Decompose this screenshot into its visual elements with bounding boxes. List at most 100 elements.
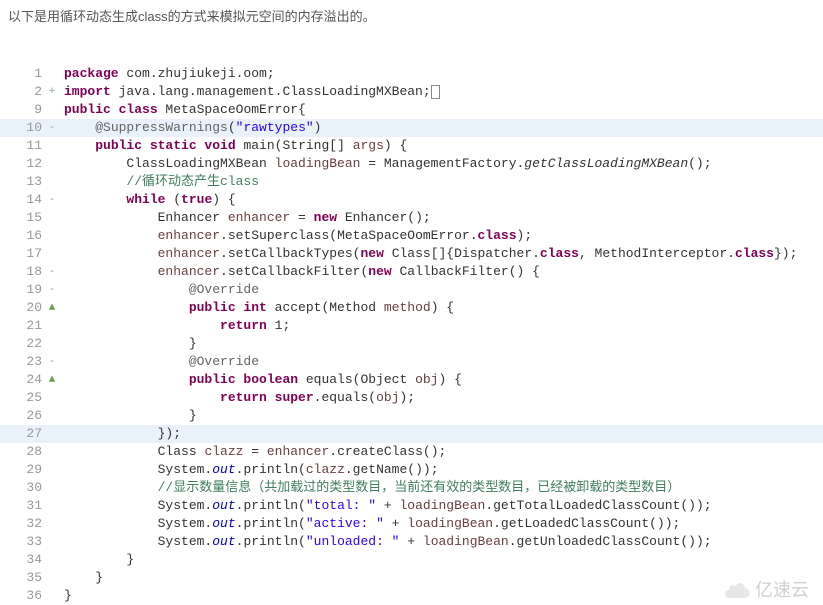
line-number: 9 bbox=[0, 101, 44, 119]
code-content: } bbox=[60, 407, 197, 425]
line-number: 26 bbox=[0, 407, 44, 425]
code-content: System.out.println("unloaded: " + loadin… bbox=[60, 533, 712, 551]
code-line: 9 public class MetaSpaceOomError{ bbox=[0, 101, 823, 119]
code-content: public class MetaSpaceOomError{ bbox=[60, 101, 306, 119]
line-number: 25 bbox=[0, 389, 44, 407]
line-number: 14 bbox=[0, 191, 44, 209]
line-number: 21 bbox=[0, 317, 44, 335]
code-content: enhancer.setCallbackTypes(new Class[]{Di… bbox=[60, 245, 797, 263]
line-number: 1 bbox=[0, 65, 44, 83]
line-number: 16 bbox=[0, 227, 44, 245]
code-line: 13 //循环动态产生class bbox=[0, 173, 823, 191]
collapse-icon[interactable]: - bbox=[44, 119, 60, 137]
code-line: 35 } bbox=[0, 569, 823, 587]
code-content: return super.equals(obj); bbox=[60, 389, 415, 407]
line-number: 24 bbox=[0, 371, 44, 389]
line-number: 35 bbox=[0, 569, 44, 587]
line-number: 29 bbox=[0, 461, 44, 479]
code-line: 19- @Override bbox=[0, 281, 823, 299]
code-content: }); bbox=[60, 425, 181, 443]
code-line: 25 return super.equals(obj); bbox=[0, 389, 823, 407]
code-content: } bbox=[60, 569, 103, 587]
line-number: 22 bbox=[0, 335, 44, 353]
line-number: 11 bbox=[0, 137, 44, 155]
code-content: System.out.println(clazz.getName()); bbox=[60, 461, 439, 479]
override-icon: ▲ bbox=[44, 299, 60, 317]
code-line: 14- while (true) { bbox=[0, 191, 823, 209]
code-content: package com.zhujiukeji.oom; bbox=[60, 65, 275, 83]
code-content: public boolean equals(Object obj) { bbox=[60, 371, 462, 389]
code-line: 28 Class clazz = enhancer.createClass(); bbox=[0, 443, 823, 461]
code-content: } bbox=[60, 587, 72, 605]
code-content: } bbox=[60, 551, 134, 569]
code-content: public static void main(String[] args) { bbox=[60, 137, 407, 155]
line-number: 27 bbox=[0, 425, 44, 443]
code-line: 17 enhancer.setCallbackTypes(new Class[]… bbox=[0, 245, 823, 263]
code-line: 31 System.out.println("total: " + loadin… bbox=[0, 497, 823, 515]
code-line: 34 } bbox=[0, 551, 823, 569]
line-number: 32 bbox=[0, 515, 44, 533]
code-line: 21 return 1; bbox=[0, 317, 823, 335]
code-line: 16 enhancer.setSuperclass(MetaSpaceOomEr… bbox=[0, 227, 823, 245]
line-number: 18 bbox=[0, 263, 44, 281]
code-line: 27 }); bbox=[0, 425, 823, 443]
code-content: return 1; bbox=[60, 317, 290, 335]
code-content: enhancer.setSuperclass(MetaSpaceOomError… bbox=[60, 227, 532, 245]
code-content: ClassLoadingMXBean loadingBean = Managem… bbox=[60, 155, 712, 173]
code-line: 22 } bbox=[0, 335, 823, 353]
line-number: 12 bbox=[0, 155, 44, 173]
code-content: enhancer.setCallbackFilter(new CallbackF… bbox=[60, 263, 540, 281]
code-content: @SuppressWarnings("rawtypes") bbox=[60, 119, 321, 137]
code-line: 24▲ public boolean equals(Object obj) { bbox=[0, 371, 823, 389]
line-number: 31 bbox=[0, 497, 44, 515]
code-line: 12 ClassLoadingMXBean loadingBean = Mana… bbox=[0, 155, 823, 173]
line-number: 30 bbox=[0, 479, 44, 497]
code-content: //显示数量信息（共加载过的类型数目，当前还有效的类型数目，已经被卸载的类型数目… bbox=[60, 479, 680, 497]
collapsed-import-icon[interactable] bbox=[431, 85, 440, 99]
override-icon: ▲ bbox=[44, 371, 60, 389]
collapse-icon[interactable]: - bbox=[44, 353, 60, 371]
code-content: while (true) { bbox=[60, 191, 236, 209]
line-number: 15 bbox=[0, 209, 44, 227]
code-line: 36} bbox=[0, 587, 823, 605]
code-content: public int accept(Method method) { bbox=[60, 299, 454, 317]
code-line: 15 Enhancer enhancer = new Enhancer(); bbox=[0, 209, 823, 227]
code-line: 32 System.out.println("active: " + loadi… bbox=[0, 515, 823, 533]
line-number: 33 bbox=[0, 533, 44, 551]
code-line: 23- @Override bbox=[0, 353, 823, 371]
line-number: 23 bbox=[0, 353, 44, 371]
code-content: @Override bbox=[60, 281, 259, 299]
code-line: 30 //显示数量信息（共加载过的类型数目，当前还有效的类型数目，已经被卸载的类… bbox=[0, 479, 823, 497]
code-content: //循环动态产生class bbox=[60, 173, 259, 191]
intro-text: 以下是用循环动态生成class的方式来模拟元空间的内存溢出的。 bbox=[0, 0, 823, 29]
line-number: 20 bbox=[0, 299, 44, 317]
expand-icon[interactable]: + bbox=[44, 83, 60, 101]
code-line: 1 package com.zhujiukeji.oom; bbox=[0, 65, 823, 83]
code-line: 10- @SuppressWarnings("rawtypes") bbox=[0, 119, 823, 137]
line-number: 2 bbox=[0, 83, 44, 101]
code-line: 2+import java.lang.management.ClassLoadi… bbox=[0, 83, 823, 101]
line-number: 17 bbox=[0, 245, 44, 263]
line-number: 13 bbox=[0, 173, 44, 191]
code-content: Class clazz = enhancer.createClass(); bbox=[60, 443, 446, 461]
line-number: 36 bbox=[0, 587, 44, 605]
code-content: System.out.println("active: " + loadingB… bbox=[60, 515, 680, 533]
code-line: 11 public static void main(String[] args… bbox=[0, 137, 823, 155]
code-line: 18- enhancer.setCallbackFilter(new Callb… bbox=[0, 263, 823, 281]
code-content: } bbox=[60, 335, 197, 353]
code-editor: 亿速云 1package com.zhujiukeji.oom;2+import… bbox=[0, 29, 823, 605]
code-line: 29 System.out.println(clazz.getName()); bbox=[0, 461, 823, 479]
line-number: 28 bbox=[0, 443, 44, 461]
line-number: 34 bbox=[0, 551, 44, 569]
code-content: System.out.println("total: " + loadingBe… bbox=[60, 497, 712, 515]
collapse-icon[interactable]: - bbox=[44, 263, 60, 281]
code-content: import java.lang.management.ClassLoading… bbox=[60, 83, 440, 101]
code-line: 26 } bbox=[0, 407, 823, 425]
collapse-icon[interactable]: - bbox=[44, 281, 60, 299]
collapse-icon[interactable]: - bbox=[44, 191, 60, 209]
line-number: 10 bbox=[0, 119, 44, 137]
line-number: 19 bbox=[0, 281, 44, 299]
code-content: @Override bbox=[60, 353, 259, 371]
code-line: 20▲ public int accept(Method method) { bbox=[0, 299, 823, 317]
code-content: Enhancer enhancer = new Enhancer(); bbox=[60, 209, 431, 227]
